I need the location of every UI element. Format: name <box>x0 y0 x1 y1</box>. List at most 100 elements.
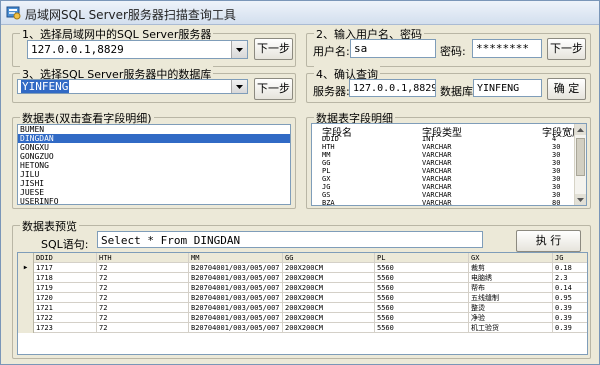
field-type-cell: VARCHAR <box>422 151 452 159</box>
table-list-item[interactable]: DINGDAN <box>18 134 290 143</box>
grid-cell: 72 <box>97 263 189 273</box>
grid-cell: 0.18 <box>553 263 587 273</box>
grid-column-header[interactable]: DDID <box>34 253 97 263</box>
password-input[interactable]: ******** <box>472 39 542 58</box>
confirm-database-input[interactable]: YINFENG <box>473 79 542 97</box>
login-next-button[interactable]: 下一步 <box>547 38 586 60</box>
grid-row[interactable]: 1720 72 B20704001/003/005/007 200X200CM 5560… <box>18 293 587 303</box>
confirm-server-input[interactable]: 127.0.0.1,8829 <box>349 79 436 97</box>
row-indicator <box>18 293 34 303</box>
grid-column-header[interactable]: GG <box>283 253 375 263</box>
tables-listbox[interactable]: BUMEN DINGDAN GONGXU GONGZUO HETONG JILU JISHI… <box>17 124 291 205</box>
table-list-item[interactable]: JISHI <box>18 179 290 188</box>
field-width-cell: 30 <box>552 167 561 175</box>
grid-column-header[interactable]: GX <box>469 253 553 263</box>
username-input[interactable]: sa <box>350 39 436 58</box>
field-name-cell: JG <box>322 183 331 191</box>
grid-cell: 0.39 <box>553 313 587 323</box>
grid-cell: 72 <box>97 273 189 283</box>
grid-row[interactable]: 1722 72 B20704001/003/005/007 200X200CM 5560… <box>18 313 587 323</box>
field-row[interactable]: JG VARCHAR 30 <box>312 183 574 191</box>
grid-column-header[interactable]: HTH <box>97 253 189 263</box>
grid-cell: 电脑绣 <box>469 273 553 283</box>
row-indicator <box>18 313 34 323</box>
execute-button[interactable]: 执 行 <box>516 230 581 252</box>
table-list-item[interactable]: USERINFO <box>18 197 290 204</box>
grid-cell: 200X200CM <box>283 273 375 283</box>
fields-header: 字段名 字段类型 字段宽度 <box>312 124 582 139</box>
grid-row[interactable]: 1723 72 B20704001/003/005/007 200X200CM 5560… <box>18 323 587 333</box>
field-row[interactable]: GG VARCHAR 30 <box>312 159 574 167</box>
grid-row[interactable]: ▶ 1717 72 B20704001/003/005/007 200X200CM 556… <box>18 263 587 273</box>
grid-column-header[interactable]: MM <box>189 253 283 263</box>
grid-cell: 200X200CM <box>283 323 375 333</box>
grid-cell: 200X200CM <box>283 293 375 303</box>
field-row[interactable]: HTH VARCHAR 30 <box>312 143 574 151</box>
row-indicator <box>18 283 34 293</box>
grid-cell: 机工验货 <box>469 323 553 333</box>
grid-column-header[interactable]: PL <box>375 253 469 263</box>
row-indicator <box>18 273 34 283</box>
grid-row[interactable]: 1719 72 B20704001/003/005/007 200X200CM 5560… <box>18 283 587 293</box>
fields-listview[interactable]: 字段名 字段类型 字段宽度 DDID INT 4 HTH VARCHAR 30 MM VARC… <box>311 123 587 206</box>
grid-cell: 5560 <box>375 313 469 323</box>
field-type-cell: VARCHAR <box>422 143 452 151</box>
grid-row[interactable]: 1721 72 B20704001/003/005/007 200X200CM 5560… <box>18 303 587 313</box>
grid-cell: 5560 <box>375 323 469 333</box>
server-next-button[interactable]: 下一步 <box>254 38 293 60</box>
fields-scrollbar[interactable] <box>574 124 586 205</box>
field-type-cell: VARCHAR <box>422 191 452 199</box>
server-group: 1、选择局域网中的SQL Server服务器 127.0.0.1,8829 下一… <box>12 26 296 67</box>
field-row[interactable]: MM VARCHAR 30 <box>312 151 574 159</box>
database-next-button[interactable]: 下一步 <box>254 78 293 100</box>
table-list-item[interactable]: HETONG <box>18 161 290 170</box>
sql-input[interactable]: Select * From DINGDAN <box>97 231 483 248</box>
row-indicator-header <box>18 253 34 263</box>
grid-row[interactable]: 1718 72 B20704001/003/005/007 200X200CM 5560… <box>18 273 587 283</box>
scroll-down-icon[interactable] <box>575 194 586 205</box>
table-list-item[interactable]: GONGXU <box>18 143 290 152</box>
confirm-group: 4、确认查询 服务器: 127.0.0.1,8829 数据库: YINFENG … <box>306 66 591 103</box>
table-list-item[interactable]: JUESE <box>18 188 290 197</box>
grid-cell: 72 <box>97 293 189 303</box>
field-row[interactable]: DDID INT 4 <box>312 135 574 143</box>
table-list-item[interactable]: GONGZUO <box>18 152 290 161</box>
tables-group: 数据表(双击查看字段明细) BUMEN DINGDAN GONGXU GONGZUO H… <box>12 110 296 209</box>
grid-cell: 0.14 <box>553 283 587 293</box>
database-group: 3、选择SQL Server服务器中的数据库 YINFENG 下一步 <box>12 66 296 103</box>
confirm-button[interactable]: 确 定 <box>547 78 586 100</box>
grid-cell: 0.95 <box>553 293 587 303</box>
grid-cell: 200X200CM <box>283 313 375 323</box>
grid-cell: 200X200CM <box>283 263 375 273</box>
preview-grid[interactable]: DDID HTH MM GG PL GX JG ▶ 1717 72 B20704001/003/00… <box>17 252 588 355</box>
field-type-cell: VARCHAR <box>422 159 452 167</box>
grid-cell: 200X200CM <box>283 303 375 313</box>
field-row[interactable]: GS VARCHAR 30 <box>312 191 574 199</box>
field-width-cell: 30 <box>552 143 561 151</box>
field-type-cell: VARCHAR <box>422 199 452 206</box>
field-row[interactable]: GX VARCHAR 30 <box>312 175 574 183</box>
grid-cell: 5560 <box>375 293 469 303</box>
grid-column-header[interactable]: JG <box>553 253 587 263</box>
grid-cell: B20704001/003/005/007 <box>189 273 283 283</box>
field-row[interactable]: BZA VARCHAR 80 <box>312 199 574 206</box>
grid-cell: B20704001/003/005/007 <box>189 283 283 293</box>
title-bar[interactable]: 局域网SQL Server服务器扫描查询工具 <box>1 1 599 25</box>
grid-cell: 五线缝制 <box>469 293 553 303</box>
main-window: 局域网SQL Server服务器扫描查询工具 1、选择局域网中的SQL Serv… <box>0 0 600 365</box>
field-width-cell: 30 <box>552 175 561 183</box>
field-row[interactable]: PL VARCHAR 30 <box>312 167 574 175</box>
table-list-item[interactable]: JILU <box>18 170 290 179</box>
field-width-cell: 4 <box>552 135 557 143</box>
scroll-up-icon[interactable] <box>575 124 586 135</box>
table-list-item[interactable]: BUMEN <box>18 125 290 134</box>
server-combobox[interactable]: 127.0.0.1,8829 <box>27 40 248 59</box>
field-name-cell: GG <box>322 159 331 167</box>
grid-cell: 5560 <box>375 303 469 313</box>
dropdown-arrow-icon[interactable] <box>231 80 247 93</box>
grid-cell: B20704001/003/005/007 <box>189 313 283 323</box>
dropdown-arrow-icon[interactable] <box>231 41 247 58</box>
database-combobox[interactable]: YINFENG <box>17 79 248 94</box>
scroll-thumb[interactable] <box>576 138 585 176</box>
grid-cell: 5560 <box>375 273 469 283</box>
